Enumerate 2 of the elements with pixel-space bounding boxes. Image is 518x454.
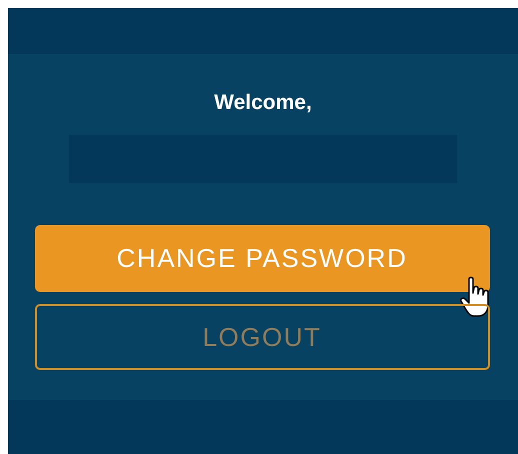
logout-button[interactable]: LOGOUT	[34, 304, 490, 370]
welcome-heading: Welcome,	[214, 90, 312, 116]
